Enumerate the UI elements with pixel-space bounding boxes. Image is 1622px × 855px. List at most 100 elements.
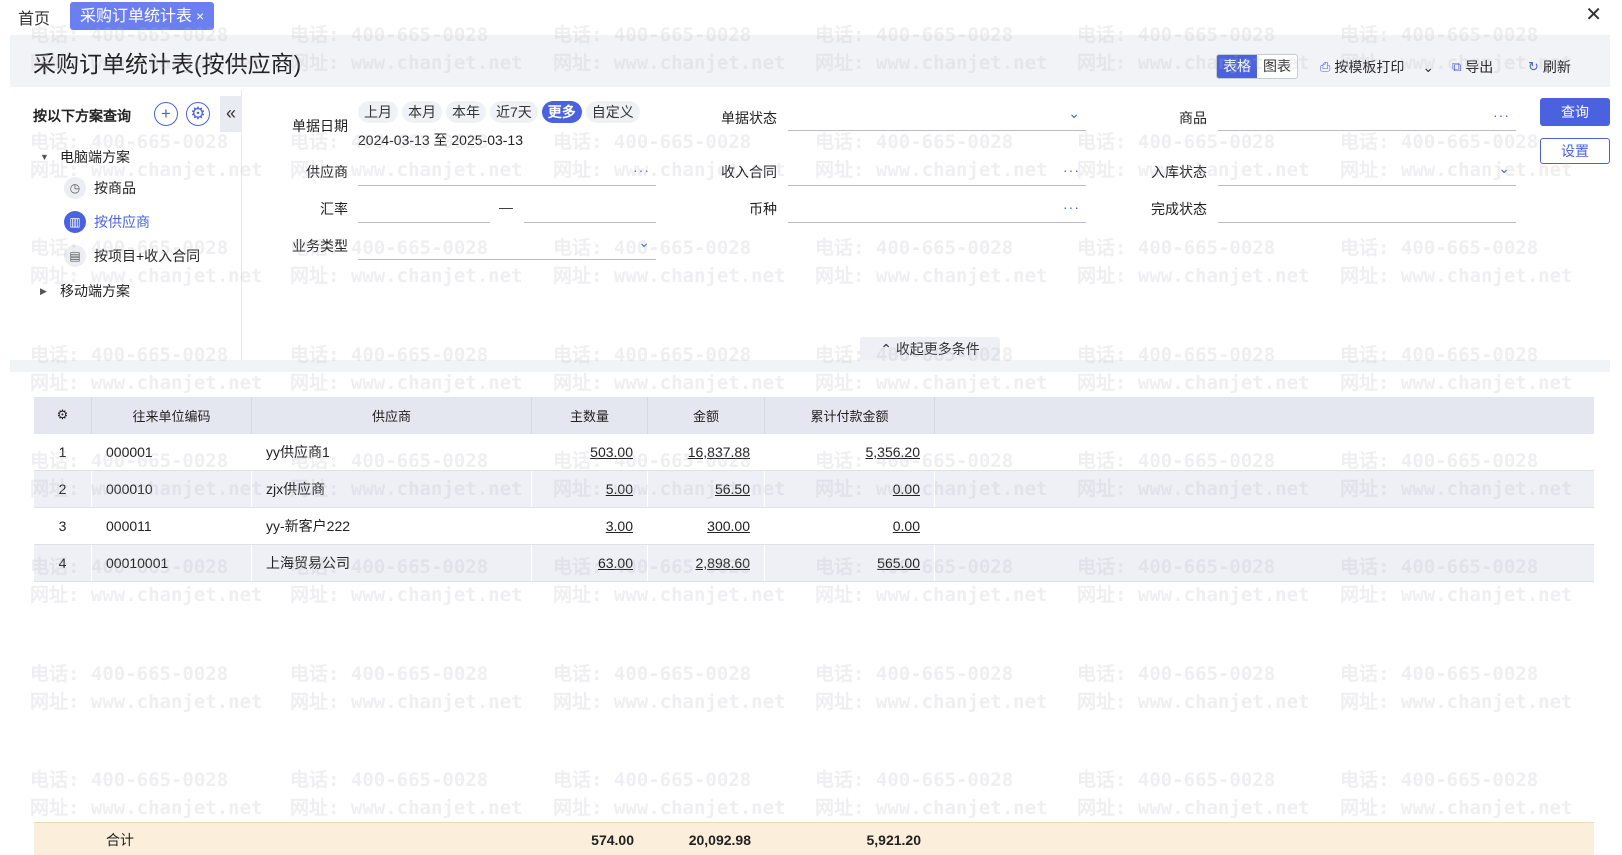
supplier-field[interactable]: ··· (358, 160, 656, 186)
collapse-more-button[interactable]: ⌃ 收起更多条件 (860, 337, 1000, 361)
settings-button[interactable]: 设置 (1540, 138, 1610, 164)
biz-type-label: 业务类型 (292, 238, 348, 254)
watermark-phone: 电话: 400-665-0028 (1077, 237, 1276, 259)
column-settings-icon[interactable]: ⚙ (34, 397, 92, 434)
exchange-rate-from[interactable] (358, 197, 490, 223)
cell-paid-link[interactable]: 0.00 (893, 481, 920, 497)
more-dots-icon[interactable]: ··· (633, 162, 650, 178)
watermark-site: 网址: www.chanjet.net (1340, 797, 1573, 819)
tab-label: 采购订单统计表 (80, 8, 193, 25)
more-dots-icon[interactable]: ··· (1063, 162, 1080, 178)
tree-group-desktop[interactable]: ▼ 电脑端方案 (40, 147, 130, 167)
cell-qty-link[interactable]: 3.00 (606, 518, 633, 534)
query-button[interactable]: 查询 (1540, 98, 1610, 126)
inbound-status-select[interactable]: ⌄ (1218, 160, 1516, 186)
cell-paid-link[interactable]: 565.00 (877, 555, 920, 571)
currency-field[interactable]: ··· (788, 197, 1086, 223)
view-chart-button[interactable]: 图表 (1257, 55, 1297, 78)
cell-qty-link[interactable]: 63.00 (598, 555, 633, 571)
table-row[interactable]: 3 000011 yy-新客户222 3.00 300.00 0.00 (34, 508, 1594, 545)
tree-group-label: 移动端方案 (60, 283, 130, 299)
watermark-site: 网址: www.chanjet.net (1340, 691, 1573, 713)
row-filler (935, 434, 1594, 470)
watermark-site: 网址: www.chanjet.net (30, 584, 263, 606)
close-tab-icon[interactable]: × (196, 8, 204, 24)
view-table-button[interactable]: 表格 (1217, 55, 1257, 78)
tree-item-by-supplier[interactable]: ▥ 按供应商 (64, 211, 150, 233)
cell-qty-link[interactable]: 5.00 (606, 481, 633, 497)
chip-last-7-days[interactable]: 近7天 (490, 101, 538, 123)
watermark-site: 网址: www.chanjet.net (553, 265, 786, 287)
chip-more[interactable]: 更多 (541, 101, 582, 123)
chevron-down-icon[interactable]: ⌄ (1422, 59, 1434, 76)
total-filler (935, 823, 1594, 855)
cell-paid-link[interactable]: 0.00 (893, 518, 920, 534)
watermark-phone: 电话: 400-665-0028 (553, 131, 752, 153)
cell-paid-link[interactable]: 5,356.20 (866, 444, 921, 460)
total-spacer (252, 823, 532, 855)
supplier-label: 供应商 (306, 164, 348, 180)
column-header[interactable]: 金额 (648, 397, 765, 434)
column-header[interactable]: 主数量 (532, 397, 648, 434)
more-dots-icon[interactable]: ··· (1063, 199, 1080, 215)
doc-status-label: 单据状态 (721, 110, 777, 126)
watermark-site: 网址: www.chanjet.net (553, 372, 786, 394)
cell-amount-link[interactable]: 2,898.60 (696, 555, 751, 571)
chip-custom[interactable]: 自定义 (585, 101, 640, 123)
table-row[interactable]: 1 000001 yy供应商1 503.00 16,837.88 5,356.2… (34, 434, 1594, 471)
cell-amount-link[interactable]: 300.00 (707, 518, 750, 534)
total-label: 合计 (106, 831, 134, 848)
tree-item-label: 按供应商 (94, 214, 150, 230)
tab-purchase-order-stats[interactable]: 采购订单统计表 × (70, 2, 215, 30)
chevron-down-icon: ⌄ (638, 234, 650, 250)
watermark-site: 网址: www.chanjet.net (1077, 265, 1310, 287)
cell-amount-link[interactable]: 16,837.88 (688, 444, 750, 460)
table-row[interactable]: 4 00010001 上海贸易公司 63.00 2,898.60 565.00 (34, 545, 1594, 582)
section-divider (10, 360, 1610, 372)
collapse-panel-icon[interactable]: « (220, 96, 242, 132)
close-window-icon[interactable]: ✕ (1585, 2, 1602, 27)
watermark-site: 网址: www.chanjet.net (1340, 265, 1573, 287)
range-separator: — (499, 199, 513, 215)
table-row[interactable]: 2 000010 zjx供应商 5.00 56.50 0.00 (34, 471, 1594, 508)
page-title: 采购订单统计表(按供应商) (33, 51, 302, 77)
exchange-rate-to[interactable] (524, 197, 656, 223)
export-label: 导出 (1465, 59, 1494, 75)
refresh-icon: ↻ (1528, 59, 1539, 74)
tree-item-by-project-contract[interactable]: ▤ 按项目+收入合同 (64, 245, 200, 267)
chip-last-month[interactable]: 上月 (358, 101, 398, 123)
chevron-down-icon: ⌄ (1498, 160, 1510, 176)
refresh-button[interactable]: ↻ 刷新 (1528, 57, 1571, 77)
export-button[interactable]: ⧉ 导出 (1452, 57, 1493, 77)
tree-group-mobile[interactable]: ▶ 移动端方案 (40, 281, 130, 301)
tree-item-by-product[interactable]: ◷ 按商品 (64, 177, 136, 199)
gear-icon[interactable]: ⚙ (186, 102, 210, 126)
watermark-site: 网址: www.chanjet.net (815, 265, 1048, 287)
watermark-site: 网址: www.chanjet.net (290, 265, 523, 287)
more-dots-icon[interactable]: ··· (1493, 107, 1510, 123)
watermark-site: 网址: www.chanjet.net (30, 691, 263, 713)
refresh-label: 刷新 (1542, 59, 1571, 75)
watermark-site: 网址: www.chanjet.net (1340, 584, 1573, 606)
column-header[interactable]: 往来单位编码 (92, 397, 252, 434)
product-field[interactable]: ··· (1218, 105, 1516, 131)
income-contract-field[interactable]: ··· (788, 160, 1086, 186)
print-template-button[interactable]: ⎙ 按模板打印 ⌄ (1320, 57, 1434, 77)
row-number: 4 (34, 545, 92, 581)
tab-home[interactable]: 首页 (18, 5, 50, 29)
watermark-site: 网址: www.chanjet.net (30, 797, 263, 819)
doc-status-select[interactable]: ⌄ (788, 105, 1086, 131)
cell-qty-link[interactable]: 503.00 (590, 444, 633, 460)
add-scheme-icon[interactable]: + (154, 102, 178, 126)
column-header[interactable]: 供应商 (252, 397, 532, 434)
cell-amount-link[interactable]: 56.50 (715, 481, 750, 497)
watermark-site: 网址: www.chanjet.net (290, 691, 523, 713)
total-amount: 20,092.98 (688, 831, 751, 848)
chip-this-year[interactable]: 本年 (446, 101, 486, 123)
watermark-site: 网址: www.chanjet.net (553, 691, 786, 713)
column-header[interactable]: 累计付款金额 (765, 397, 935, 434)
chip-this-month[interactable]: 本月 (402, 101, 442, 123)
column-filler (935, 397, 1594, 434)
complete-status-select[interactable] (1218, 197, 1516, 223)
biz-type-select[interactable]: ⌄ (358, 234, 656, 260)
